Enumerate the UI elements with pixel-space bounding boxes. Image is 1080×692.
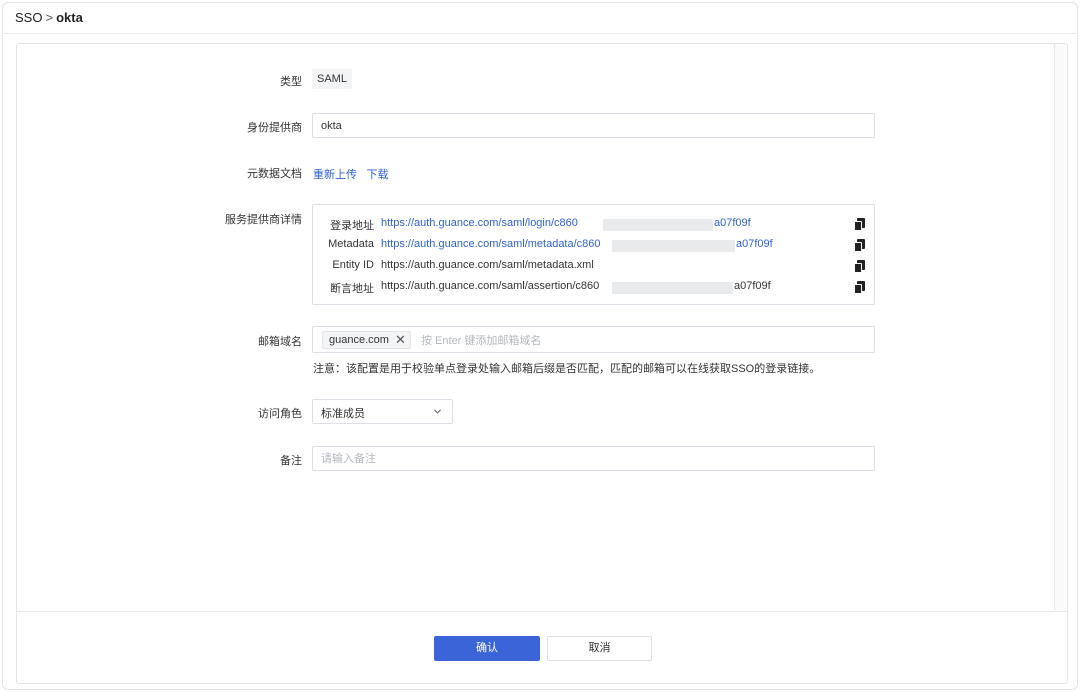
sp-key-entity-id: Entity ID	[332, 259, 374, 271]
scrollbar[interactable]	[1054, 44, 1066, 610]
provider-input[interactable]	[312, 113, 875, 138]
download-link[interactable]: 下载	[366, 169, 388, 181]
redaction-mask	[612, 282, 733, 294]
breadcrumb-parent[interactable]: SSO	[15, 10, 42, 25]
sp-row-metadata: Metadata https://auth.guance.com/saml/me…	[313, 238, 874, 256]
sp-url-metadata-suffix[interactable]: a07f09f	[736, 238, 773, 250]
breadcrumb-current: okta	[56, 10, 83, 25]
header-divider	[3, 33, 1077, 34]
email-domain-label: 邮箱域名	[258, 336, 302, 348]
domain-tag: guance.com ✕	[322, 331, 411, 349]
copy-icon[interactable]	[854, 260, 866, 273]
sp-details-label: 服务提供商详情	[225, 214, 302, 226]
metadata-label: 元数据文档	[247, 168, 302, 180]
metadata-actions: 重新上传 下载	[313, 165, 393, 183]
sp-url-login-suffix[interactable]: a07f09f	[714, 217, 751, 229]
reupload-link[interactable]: 重新上传	[313, 169, 357, 181]
sp-row-assertion: 断言地址 https://auth.guance.com/saml/assert…	[313, 280, 874, 298]
domain-tag-label: guance.com	[329, 334, 389, 346]
breadcrumb-separator: >	[45, 10, 54, 25]
sp-row-entity-id: Entity ID https://auth.guance.com/saml/m…	[313, 259, 874, 277]
role-select[interactable]: 标准成员	[312, 399, 453, 424]
redaction-mask	[603, 219, 713, 231]
remark-input[interactable]	[312, 446, 875, 471]
email-domain-input[interactable]: guance.com ✕ 按 Enter 键添加邮箱域名	[312, 326, 875, 353]
sp-key-login: 登录地址	[330, 220, 374, 232]
provider-label: 身份提供商	[247, 122, 302, 134]
footer-divider	[17, 611, 1067, 612]
email-domain-placeholder: 按 Enter 键添加邮箱域名	[421, 335, 542, 347]
sp-details-box: 登录地址 https://auth.guance.com/saml/login/…	[312, 204, 875, 305]
redaction-mask	[612, 240, 735, 252]
remove-tag-icon[interactable]: ✕	[395, 332, 406, 348]
confirm-button[interactable]: 确认	[434, 636, 540, 661]
copy-icon[interactable]	[854, 218, 866, 231]
sp-url-login[interactable]: https://auth.guance.com/saml/login/c860	[381, 217, 578, 229]
sp-url-assertion: https://auth.guance.com/saml/assertion/c…	[381, 280, 600, 292]
role-select-value: 标准成员	[321, 408, 365, 420]
type-value: SAML	[312, 69, 352, 89]
chevron-down-icon	[433, 409, 442, 414]
cancel-button[interactable]: 取消	[547, 636, 652, 661]
type-label: 类型	[280, 76, 302, 88]
sp-url-entity-id: https://auth.guance.com/saml/metadata.xm…	[381, 259, 594, 271]
email-domain-note: 注意：该配置是用于校验单点登录处输入邮箱后缀是否匹配，匹配的邮箱可以在线获取SS…	[313, 363, 821, 375]
sp-url-assertion-suffix: a07f09f	[734, 280, 771, 292]
copy-icon[interactable]	[854, 281, 866, 294]
sp-key-assertion: 断言地址	[330, 283, 374, 295]
breadcrumb: SSO > okta	[15, 10, 83, 25]
remark-label: 备注	[280, 455, 302, 467]
copy-icon[interactable]	[854, 239, 866, 252]
sp-row-login: 登录地址 https://auth.guance.com/saml/login/…	[313, 217, 874, 235]
role-label: 访问角色	[258, 408, 302, 420]
sp-url-metadata[interactable]: https://auth.guance.com/saml/metadata/c8…	[381, 238, 601, 250]
sp-key-metadata: Metadata	[328, 238, 374, 250]
